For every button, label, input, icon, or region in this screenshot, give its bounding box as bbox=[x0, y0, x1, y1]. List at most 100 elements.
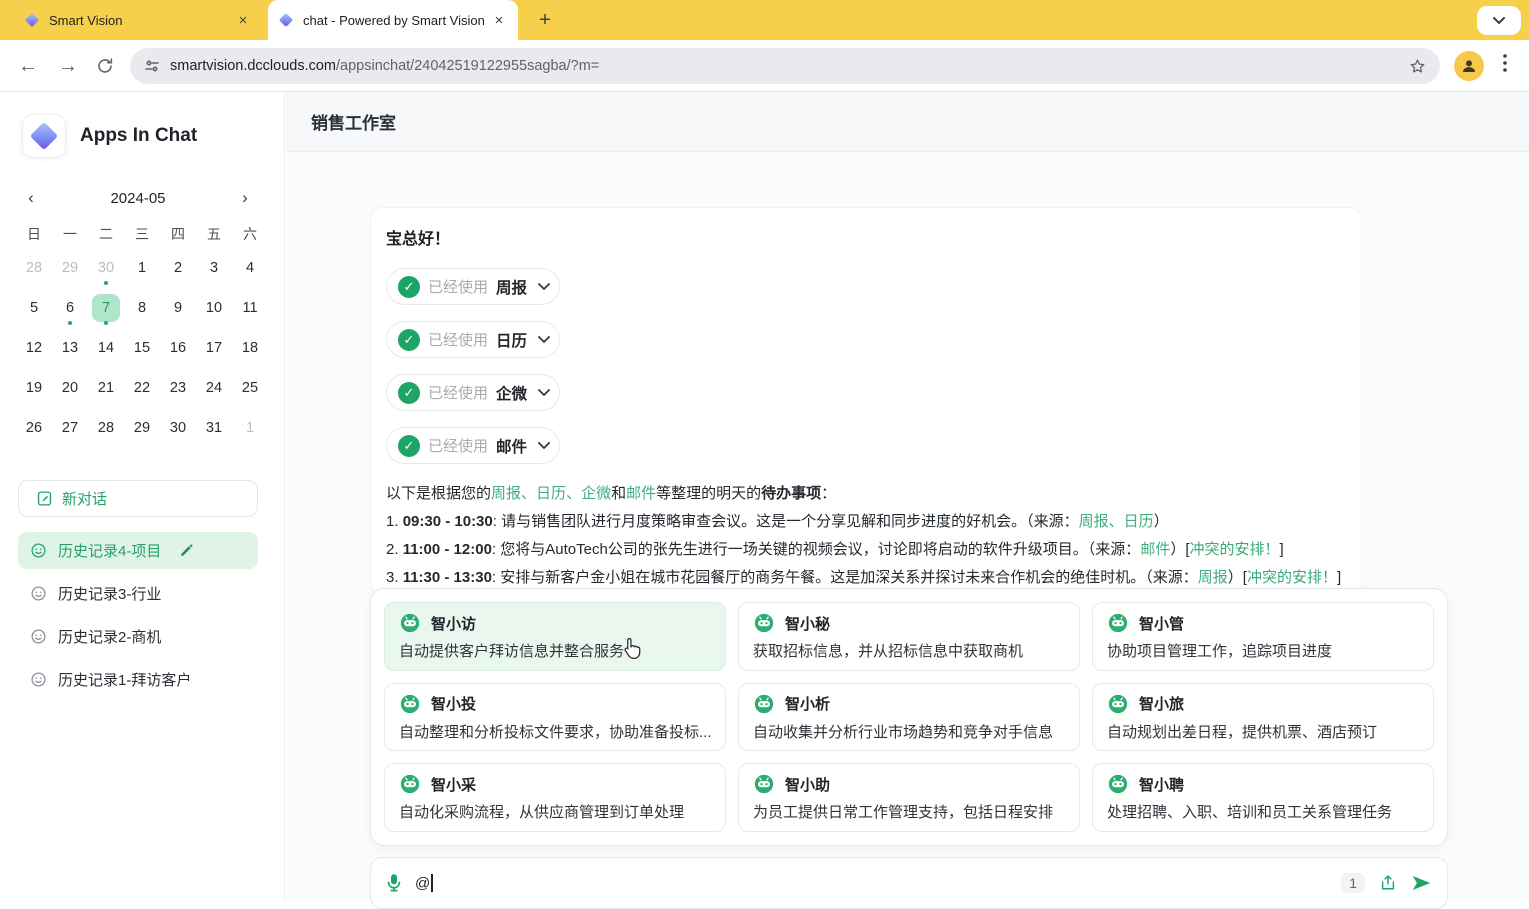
calendar-day[interactable]: 27 bbox=[52, 408, 88, 448]
calendar-day[interactable]: 20 bbox=[52, 368, 88, 408]
source-link[interactable]: 邮件 bbox=[626, 485, 656, 502]
agent-card-智小投[interactable]: 智小投自动整理和分析投标文件要求，协助准备投标... bbox=[384, 683, 726, 752]
agent-card-智小秘[interactable]: 智小秘获取招标信息，并从招标信息中获取商机 bbox=[738, 602, 1080, 671]
used-tool-pill-企微[interactable]: ✓已经使用企微 bbox=[386, 374, 560, 411]
calendar-day-selected[interactable]: 7 bbox=[88, 288, 124, 328]
forward-button[interactable]: → bbox=[58, 53, 78, 79]
expand-chevron[interactable] bbox=[538, 336, 550, 343]
calendar-day[interactable]: 29 bbox=[124, 408, 160, 448]
history-item-4[interactable]: 历史记录4-项目 bbox=[18, 532, 258, 569]
source-link[interactable]: 、 bbox=[1109, 513, 1124, 530]
message-input[interactable]: @ bbox=[415, 874, 433, 892]
calendar-day[interactable]: 22 bbox=[124, 368, 160, 408]
calendar-day[interactable]: 28 bbox=[16, 248, 52, 288]
edit-pencil-icon[interactable] bbox=[179, 543, 194, 558]
source-link[interactable]: 、 bbox=[521, 485, 536, 502]
source-link[interactable]: 周报 bbox=[1079, 513, 1109, 530]
source-link[interactable]: 、 bbox=[566, 485, 581, 502]
calendar-day[interactable]: 13 bbox=[52, 328, 88, 368]
new-chat-button[interactable]: 新对话 bbox=[18, 480, 258, 517]
expand-chevron[interactable] bbox=[538, 442, 550, 449]
calendar-day[interactable]: 15 bbox=[124, 328, 160, 368]
todo-line: 2. 11:00 - 12:00: 您将与AutoTech公司的张先生进行一场关… bbox=[386, 536, 1345, 564]
calendar-day[interactable]: 23 bbox=[160, 368, 196, 408]
agent-card-智小采[interactable]: 智小采自动化采购流程，从供应商管理到订单处理 bbox=[384, 763, 726, 832]
history-item-3[interactable]: 历史记录3-行业 bbox=[18, 575, 258, 612]
source-link[interactable]: 日历 bbox=[1124, 513, 1154, 530]
calendar-day[interactable]: 26 bbox=[16, 408, 52, 448]
tab-smart-vision[interactable]: Smart Vision × bbox=[14, 0, 262, 40]
browser-menu-button[interactable] bbox=[1503, 54, 1507, 77]
bookmark-star-icon[interactable] bbox=[1409, 58, 1426, 75]
calendar-prev-icon[interactable]: ‹ bbox=[18, 186, 44, 210]
calendar-day[interactable]: 31 bbox=[196, 408, 232, 448]
expand-chevron[interactable] bbox=[538, 283, 550, 290]
calendar-day[interactable]: 3 bbox=[196, 248, 232, 288]
calendar-day[interactable]: 30 bbox=[88, 248, 124, 288]
history-item-2[interactable]: 历史记录2-商机 bbox=[18, 618, 258, 655]
calendar-day[interactable]: 19 bbox=[16, 368, 52, 408]
calendar-day[interactable]: 18 bbox=[232, 328, 268, 368]
conflict-warning-link[interactable]: 冲突的安排！ bbox=[1247, 569, 1337, 586]
rename-button[interactable] bbox=[179, 543, 194, 558]
todo-text: 以下是根据您的周报、日历、企微和邮件等整理的明天的待办事项：1. 09:30 -… bbox=[386, 480, 1345, 592]
calendar-day[interactable]: 9 bbox=[160, 288, 196, 328]
calendar-day[interactable]: 1 bbox=[232, 408, 268, 448]
send-icon[interactable] bbox=[1411, 874, 1432, 892]
agent-name: 智小管 bbox=[1139, 613, 1184, 634]
source-link[interactable]: 邮件 bbox=[1140, 541, 1170, 558]
url-bar[interactable]: smartvision.dcclouds.com/appsinchat/2404… bbox=[130, 48, 1440, 84]
history-item-1[interactable]: 历史记录1-拜访客户 bbox=[18, 661, 258, 698]
profile-avatar[interactable] bbox=[1454, 51, 1484, 81]
tab-search-button[interactable] bbox=[1477, 6, 1521, 35]
expand-chevron[interactable] bbox=[538, 389, 550, 396]
used-tool-pill-周报[interactable]: ✓已经使用周报 bbox=[386, 268, 560, 305]
calendar-day[interactable]: 17 bbox=[196, 328, 232, 368]
calendar-day[interactable]: 5 bbox=[16, 288, 52, 328]
close-tab-icon[interactable]: × bbox=[234, 11, 252, 29]
used-tool-pill-邮件[interactable]: ✓已经使用邮件 bbox=[386, 427, 560, 464]
close-tab-icon[interactable]: × bbox=[490, 11, 508, 29]
calendar-day[interactable]: 10 bbox=[196, 288, 232, 328]
chevron-down-icon bbox=[538, 389, 550, 396]
calendar-day[interactable]: 25 bbox=[232, 368, 268, 408]
calendar-day[interactable]: 28 bbox=[88, 408, 124, 448]
message-composer[interactable]: @ 1 bbox=[370, 857, 1448, 909]
source-link[interactable]: 日历 bbox=[536, 485, 566, 502]
calendar-day[interactable]: 24 bbox=[196, 368, 232, 408]
used-tool-pill-日历[interactable]: ✓已经使用日历 bbox=[386, 321, 560, 358]
source-link[interactable]: 周报 bbox=[1198, 569, 1228, 586]
text: 以下是根据您的 bbox=[386, 485, 491, 502]
calendar-day[interactable]: 11 bbox=[232, 288, 268, 328]
tab-chat[interactable]: chat - Powered by Smart Vision × bbox=[268, 0, 518, 40]
new-tab-button[interactable]: + bbox=[532, 7, 558, 33]
back-button[interactable]: ← bbox=[18, 53, 38, 79]
calendar-day[interactable]: 30 bbox=[160, 408, 196, 448]
calendar-day[interactable]: 29 bbox=[52, 248, 88, 288]
calendar-day[interactable]: 6 bbox=[52, 288, 88, 328]
calendar-day[interactable]: 21 bbox=[88, 368, 124, 408]
calendar-day[interactable]: 16 bbox=[160, 328, 196, 368]
agent-card-智小访[interactable]: 智小访自动提供客户拜访信息并整合服务 bbox=[384, 602, 726, 671]
agent-card-智小析[interactable]: 智小析自动收集并分析行业市场趋势和竞争对手信息 bbox=[738, 683, 1080, 752]
app-logo-row: Apps In Chat bbox=[22, 114, 197, 158]
reload-button[interactable] bbox=[96, 56, 114, 82]
agent-card-智小管[interactable]: 智小管协助项目管理工作，追踪项目进度 bbox=[1092, 602, 1434, 671]
agent-card-智小旅[interactable]: 智小旅自动规划出差日程，提供机票、酒店预订 bbox=[1092, 683, 1434, 752]
upload-icon[interactable] bbox=[1379, 874, 1397, 892]
agent-card-智小助[interactable]: 智小助为员工提供日常工作管理支持，包括日程安排 bbox=[738, 763, 1080, 832]
calendar-next-icon[interactable]: › bbox=[232, 186, 258, 210]
calendar-day[interactable]: 14 bbox=[88, 328, 124, 368]
calendar-day[interactable]: 1 bbox=[124, 248, 160, 288]
calendar-day[interactable]: 4 bbox=[232, 248, 268, 288]
source-link[interactable]: 企微 bbox=[581, 485, 611, 502]
calendar-day[interactable]: 12 bbox=[16, 328, 52, 368]
calendar-day[interactable]: 2 bbox=[160, 248, 196, 288]
agent-card-智小聘[interactable]: 智小聘处理招聘、入职、培训和员工关系管理任务 bbox=[1092, 763, 1434, 832]
site-settings-tune-icon[interactable] bbox=[144, 58, 160, 74]
mic-icon[interactable] bbox=[386, 873, 402, 893]
calendar-day[interactable]: 8 bbox=[124, 288, 160, 328]
conflict-warning-link[interactable]: 冲突的安排！ bbox=[1190, 541, 1280, 558]
history-item-label: 历史记录2-商机 bbox=[58, 626, 161, 647]
source-link[interactable]: 周报 bbox=[491, 485, 521, 502]
